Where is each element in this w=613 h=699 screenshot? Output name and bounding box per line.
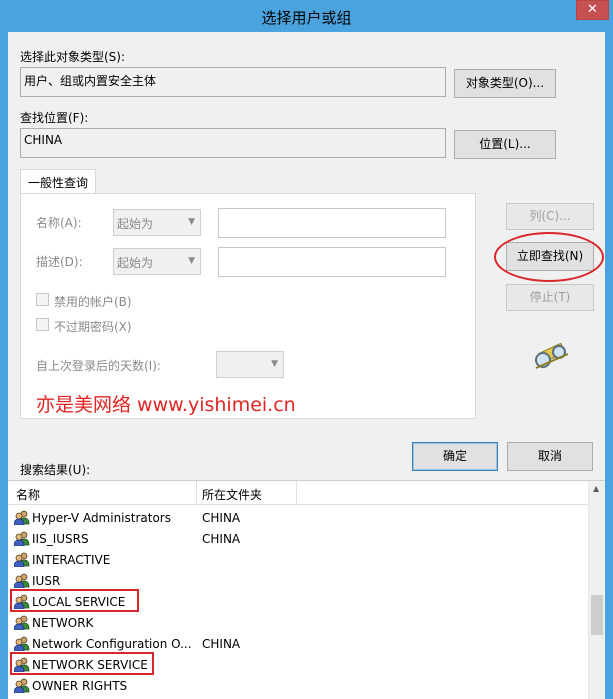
non-expiring-password-label: 不过期密码(X) — [54, 320, 132, 334]
table-row[interactable]: IUSR — [8, 570, 588, 591]
table-row[interactable]: Hyper-V Administrators CHINA — [8, 507, 588, 528]
find-now-highlight-circle — [494, 232, 604, 282]
table-row[interactable]: IIS_IUSRS CHINA — [8, 528, 588, 549]
ok-button[interactable]: 确定 — [412, 442, 498, 471]
window-title: 选择用户或组 — [261, 9, 352, 27]
chevron-down-icon: ▼ — [188, 217, 195, 227]
user-group-icon — [13, 552, 30, 568]
general-query-panel: 名称(A): 起始为 ▼ 描述(D): 起始为 ▼ 禁用的帐户(B) 不过期密码… — [20, 193, 476, 419]
row-folder: CHINA — [202, 532, 241, 546]
object-types-button[interactable]: 对象类型(O)... — [454, 69, 556, 98]
non-expiring-password-checkbox[interactable] — [36, 318, 49, 331]
row-name: IUSR — [32, 574, 61, 588]
dialog-window: 选择用户或组 ✕ 选择此对象类型(S): 用户、组或内置安全主体 对象类型(O)… — [0, 0, 613, 699]
row-highlight-box — [10, 589, 139, 612]
scroll-up-icon[interactable]: ▲ — [593, 484, 599, 493]
days-since-logon-label: 自上次登录后的天数(I): — [36, 359, 161, 373]
chevron-down-icon: ▼ — [271, 359, 278, 369]
location-label: 查找位置(F): — [20, 111, 89, 125]
cancel-button[interactable]: 取消 — [507, 442, 593, 471]
user-group-icon — [13, 615, 30, 631]
disabled-accounts-label: 禁用的帐户(B) — [54, 295, 132, 309]
table-row[interactable]: INTERACTIVE — [8, 549, 588, 570]
table-row[interactable]: NETWORK SERVICE — [8, 652, 588, 675]
user-group-icon — [13, 573, 30, 589]
binoculars-icon — [535, 342, 569, 369]
dialog-body: 选择此对象类型(S): 用户、组或内置安全主体 对象类型(O)... 查找位置(… — [8, 32, 605, 699]
tab-general-query[interactable]: 一般性查询 — [20, 169, 97, 194]
row-name: NETWORK — [32, 616, 94, 630]
locations-button[interactable]: 位置(L)... — [454, 130, 556, 159]
vertical-scrollbar[interactable]: ▲ — [588, 481, 605, 699]
description-label: 描述(D): — [36, 255, 83, 269]
column-divider[interactable] — [296, 481, 297, 505]
description-input[interactable] — [218, 247, 446, 277]
column-header-folder[interactable]: 所在文件夹 — [202, 486, 262, 503]
user-group-icon — [13, 636, 30, 652]
row-highlight-box — [10, 652, 154, 675]
row-name: OWNER RIGHTS — [32, 679, 128, 693]
name-input[interactable] — [218, 208, 446, 238]
row-folder: CHINA — [202, 511, 241, 525]
table-row[interactable]: NETWORK — [8, 612, 588, 633]
watermark-text: 亦是美网络 www.yishimei.cn — [36, 394, 296, 416]
columns-button[interactable]: 列(C)... — [506, 203, 594, 230]
user-group-icon — [13, 510, 30, 526]
table-row[interactable]: LOCAL SERVICE — [8, 589, 588, 612]
stop-button[interactable]: 停止(T) — [506, 284, 594, 311]
object-type-field: 用户、组或内置安全主体 — [20, 67, 446, 97]
description-mode-value: 起始为 — [117, 256, 154, 270]
close-button[interactable]: ✕ — [576, 0, 609, 20]
search-results-list[interactable]: 名称 所在文件夹 Hyper-V Administrators CHINA IIS_… — [8, 480, 605, 699]
search-results-label: 搜索结果(U): — [20, 463, 91, 477]
name-label: 名称(A): — [36, 216, 82, 230]
row-name: IIS_IUSRS — [32, 532, 89, 546]
column-header-name[interactable]: 名称 — [16, 486, 40, 503]
results-header: 名称 所在文件夹 — [8, 481, 588, 505]
days-since-logon-select[interactable]: ▼ — [216, 351, 284, 378]
row-name: INTERACTIVE — [32, 553, 111, 567]
object-type-label: 选择此对象类型(S): — [20, 50, 126, 64]
disabled-accounts-checkbox[interactable] — [36, 293, 49, 306]
chevron-down-icon: ▼ — [188, 256, 195, 266]
row-name: Hyper-V Administrators — [32, 511, 171, 525]
name-mode-select[interactable]: 起始为 ▼ — [113, 209, 201, 236]
name-mode-value: 起始为 — [117, 217, 154, 231]
title-bar[interactable]: 选择用户或组 ✕ — [0, 0, 613, 32]
table-row[interactable]: OWNER RIGHTS — [8, 675, 588, 696]
close-icon: ✕ — [587, 2, 598, 17]
row-name: Network Configuration O... — [32, 637, 192, 651]
user-group-icon — [13, 531, 30, 547]
description-mode-select[interactable]: 起始为 ▼ — [113, 248, 201, 275]
column-divider[interactable] — [196, 481, 197, 505]
user-group-icon — [13, 678, 30, 694]
scrollbar-thumb[interactable] — [591, 595, 603, 635]
location-field: CHINA — [20, 128, 446, 158]
row-folder: CHINA — [202, 637, 241, 651]
table-row[interactable]: Network Configuration O... CHINA — [8, 633, 588, 654]
